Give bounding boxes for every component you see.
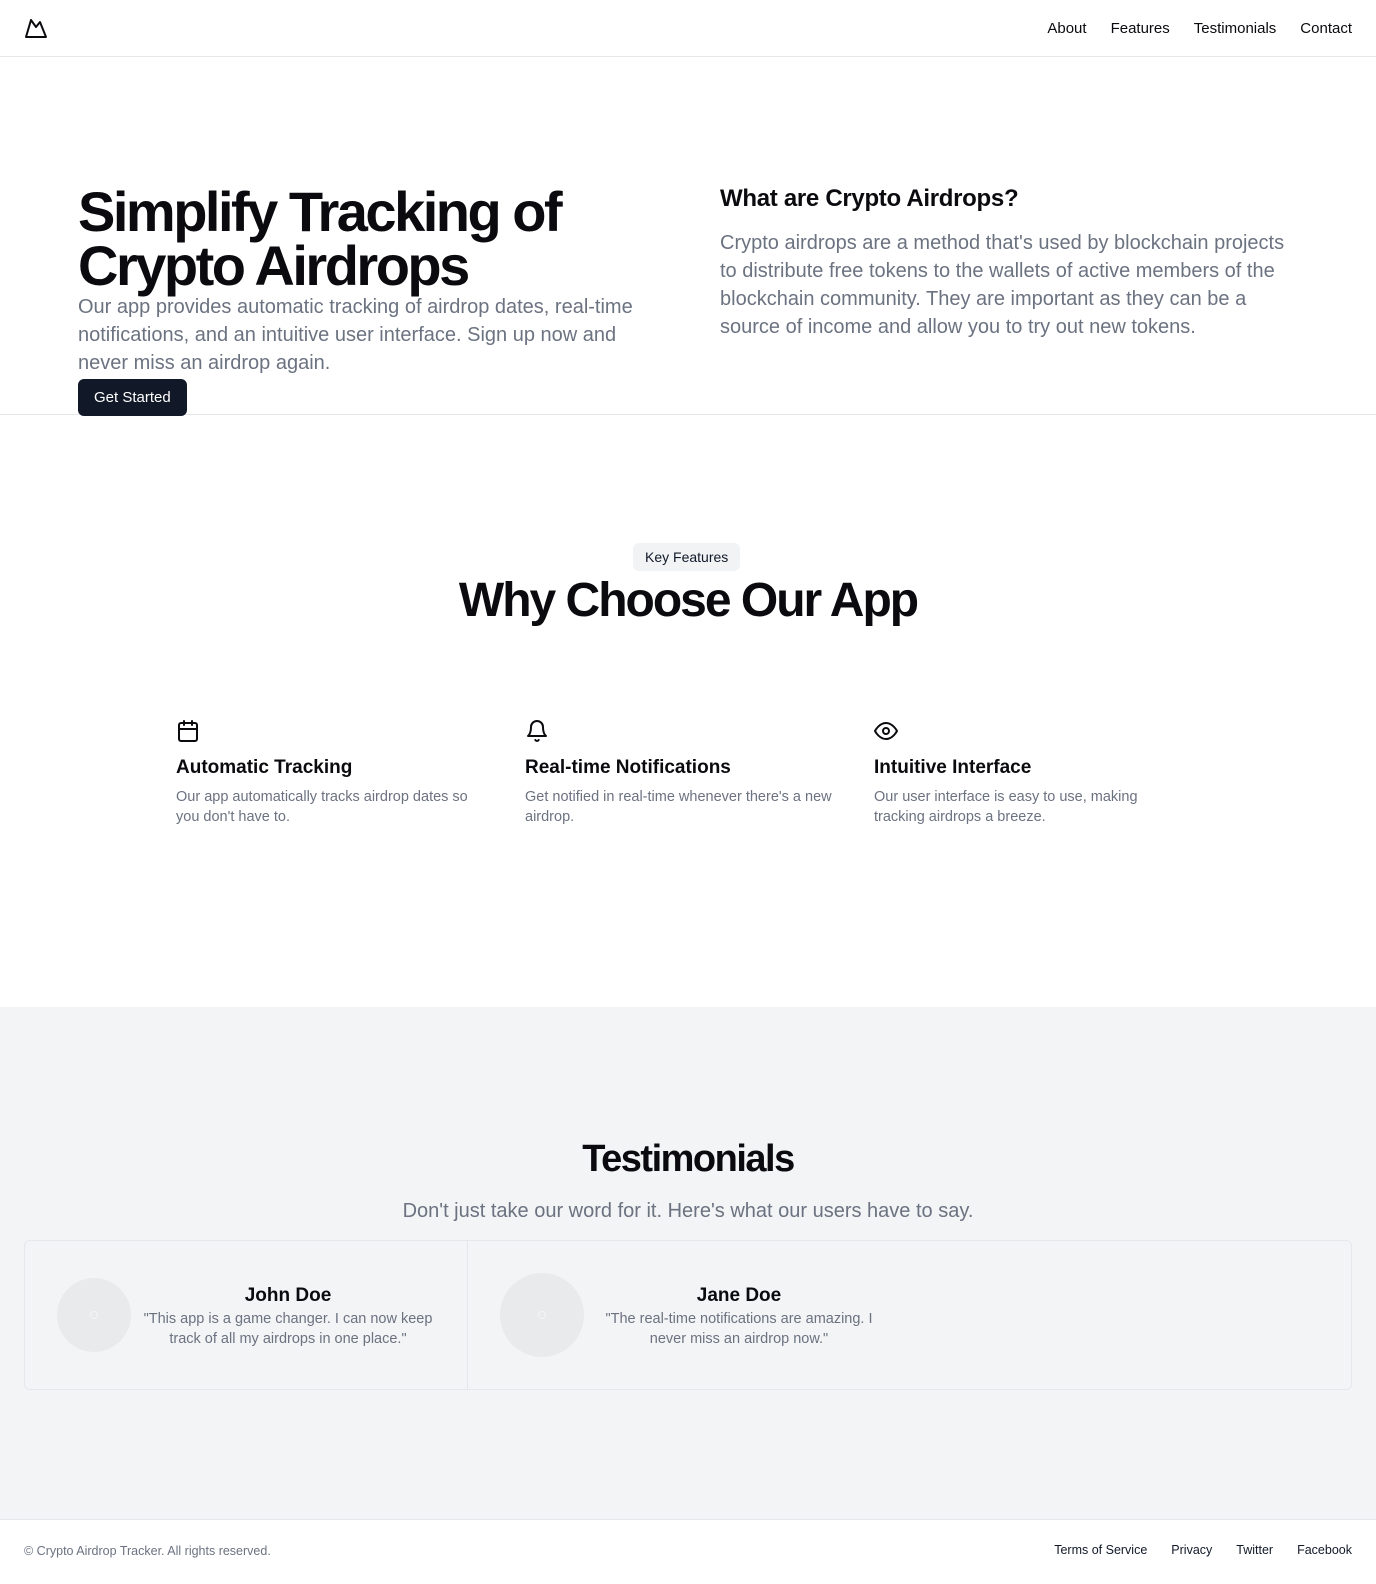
nav-features-link[interactable]: Features (1111, 20, 1170, 37)
copyright-text: © Crypto Airdrop Tracker. All rights res… (24, 1544, 271, 1558)
avatar-placeholder-icon (90, 1311, 98, 1319)
nav-contact-link[interactable]: Contact (1300, 20, 1352, 37)
terms-of-service-link[interactable]: Terms of Service (1054, 1543, 1147, 1557)
feature-title: Automatic Tracking (176, 757, 353, 778)
feature-text: Our user interface is easy to use, makin… (874, 789, 1138, 825)
feature-realtime-notifications: Real-time Notifications Get notified in … (525, 719, 835, 827)
avatar (57, 1278, 131, 1352)
testimonial-name: Jane Doe (696, 1285, 782, 1306)
features-section: Key Features Why Choose Our App Automati… (0, 415, 1376, 1007)
nav-testimonials-link[interactable]: Testimonials (1194, 20, 1277, 37)
feature-title: Real-time Notifications (525, 757, 731, 778)
get-started-button[interactable]: Get Started (78, 379, 187, 416)
hero-right: What are Crypto Airdrops? Crypto airdrop… (720, 183, 1290, 341)
hero-section: Simplify Tracking of Crypto Airdrops Our… (0, 57, 1376, 416)
bell-icon (525, 719, 549, 743)
site-footer: © Crypto Airdrop Tracker. All rights res… (0, 1519, 1376, 1584)
testimonial-body: Jane Doe "The real-time notifications ar… (594, 1283, 884, 1349)
hero-title-line2: Crypto Airdrops (78, 234, 470, 297)
testimonials-section: Testimonials Don't just take our word fo… (0, 1007, 1376, 1519)
footer-links: Terms of Service Privacy Twitter Faceboo… (1054, 1543, 1352, 1557)
feature-text: Our app automatically tracks airdrop dat… (176, 789, 468, 825)
avatar (500, 1273, 584, 1357)
calendar-icon (176, 719, 200, 743)
features-title: Why Choose Our App (458, 574, 919, 627)
feature-intuitive-interface: Intuitive Interface Our user interface i… (874, 719, 1184, 827)
nav-about-link[interactable]: About (1047, 20, 1086, 37)
hero-title: Simplify Tracking of Crypto Airdrops (78, 184, 648, 294)
facebook-link[interactable]: Facebook (1297, 1543, 1352, 1557)
airdrops-heading: What are Crypto Airdrops? (720, 185, 1019, 212)
feature-title: Intuitive Interface (874, 757, 1032, 778)
feature-automatic-tracking: Automatic Tracking Our app automatically… (176, 719, 486, 827)
testimonial-name: John Doe (244, 1285, 332, 1306)
hero-left: Simplify Tracking of Crypto Airdrops Our… (78, 184, 648, 416)
testimonial-quote: "This app is a game changer. I can now k… (143, 1311, 433, 1347)
testimonials-subtitle: Don't just take our word for it. Here's … (402, 1200, 974, 1222)
feature-text: Get notified in real-time whenever there… (525, 789, 832, 825)
airdrops-description: Crypto airdrops are a method that's used… (720, 232, 1285, 338)
testimonials-grid: John Doe "This app is a game changer. I … (24, 1240, 1352, 1390)
testimonial-body: John Doe "This app is a game changer. I … (143, 1283, 433, 1349)
main-nav: About Features Testimonials Contact (1047, 20, 1352, 37)
hero-subtitle: Our app provides automatic tracking of a… (78, 296, 633, 374)
twitter-link[interactable]: Twitter (1236, 1543, 1273, 1557)
mountain-logo-icon[interactable] (24, 16, 48, 40)
site-header: About Features Testimonials Contact (0, 0, 1376, 57)
key-features-badge: Key Features (633, 543, 741, 571)
testimonial-card: John Doe "This app is a game changer. I … (25, 1241, 468, 1389)
testimonials-title: Testimonials (582, 1138, 795, 1180)
testimonial-card: Jane Doe "The real-time notifications ar… (468, 1241, 1351, 1389)
privacy-link[interactable]: Privacy (1171, 1543, 1212, 1557)
testimonial-quote: "The real-time notifications are amazing… (605, 1311, 873, 1347)
avatar-placeholder-icon (538, 1311, 546, 1319)
eye-icon (874, 719, 898, 743)
